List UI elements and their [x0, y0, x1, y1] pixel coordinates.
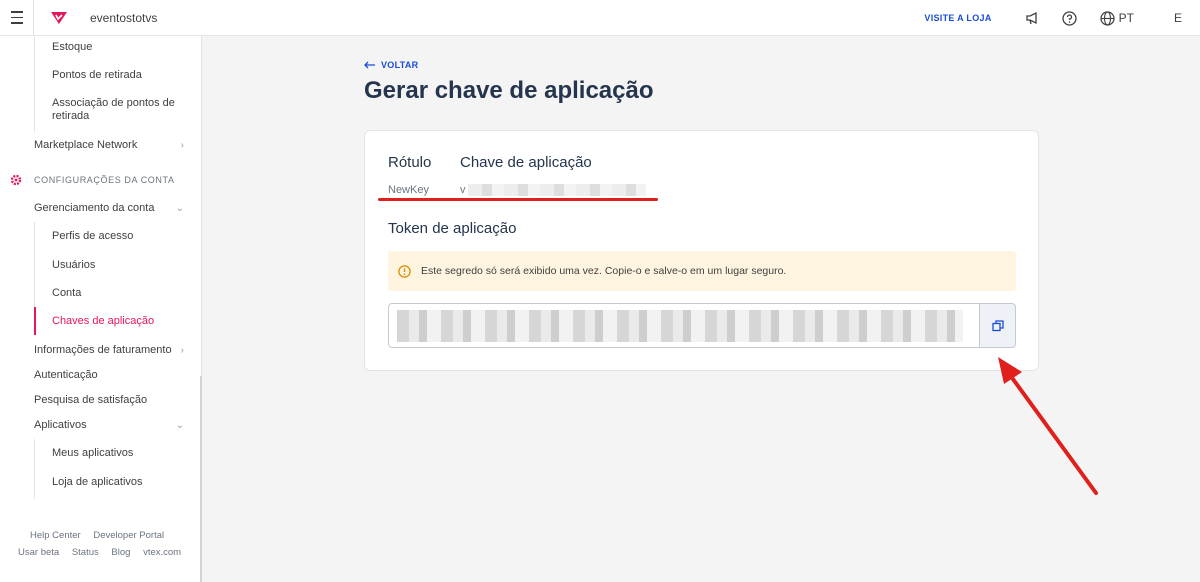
- page-title: Gerar chave de aplicação: [364, 77, 654, 104]
- help-center-link[interactable]: Help Center: [30, 530, 81, 541]
- sidebar-item-marketplace-network[interactable]: Marketplace Network ›: [34, 139, 194, 152]
- visit-store-link[interactable]: VISITE A LOJA: [924, 13, 991, 23]
- help-icon[interactable]: [1062, 10, 1078, 26]
- status-link[interactable]: Status: [72, 547, 99, 558]
- annotation-underline: [378, 198, 658, 201]
- sidebar-item-label: Gerenciamento da conta: [34, 202, 155, 214]
- section-account-settings: CONFIGURAÇÕES DA CONTA: [10, 174, 175, 186]
- sidebar: Estoque Pontos de retirada Associação de…: [0, 36, 202, 582]
- hamburger-icon: [10, 9, 23, 26]
- app-key-card: Rótulo Chave de aplicação NewKey v Token…: [364, 130, 1039, 371]
- sidebar-item-aplicativos[interactable]: Aplicativos ⌄: [34, 419, 194, 432]
- sidebar-item-label: Aplicativos: [34, 419, 87, 431]
- vtex-logo[interactable]: [50, 11, 68, 25]
- sidebar-item-perfis-de-acesso[interactable]: Perfis de acesso: [52, 230, 192, 243]
- megaphone-icon[interactable]: [1024, 10, 1040, 26]
- label-column-header: Rótulo: [388, 154, 432, 171]
- sidebar-footer-row-1: Help Center Developer Portal: [30, 530, 174, 541]
- token-section-title: Token de aplicação: [388, 220, 517, 237]
- warning-text: Este segredo só será exibido uma vez. Co…: [421, 265, 787, 277]
- copy-token-button[interactable]: [979, 303, 1016, 348]
- user-avatar[interactable]: E: [1174, 11, 1182, 25]
- sidebar-scrollbar[interactable]: [200, 376, 202, 582]
- sidebar-item-gerenciamento-conta[interactable]: Gerenciamento da conta ⌄: [34, 202, 194, 215]
- gear-icon: [10, 174, 22, 186]
- hamburger-menu-button[interactable]: [0, 0, 34, 36]
- chevron-down-icon: ⌄: [175, 203, 184, 214]
- label-value: NewKey: [388, 184, 429, 196]
- sidebar-item-pesquisa-satisfacao[interactable]: Pesquisa de satisfação: [34, 394, 194, 407]
- chevron-right-icon: ›: [180, 345, 184, 356]
- sidebar-tree-line: [34, 439, 35, 499]
- use-beta-link[interactable]: Usar beta: [18, 547, 59, 558]
- back-label: VOLTAR: [381, 60, 419, 70]
- vtex-com-link[interactable]: vtex.com: [143, 547, 181, 558]
- warning-banner: Este segredo só será exibido uma vez. Co…: [388, 251, 1016, 291]
- sidebar-item-label: Informações de faturamento: [34, 344, 172, 356]
- developer-portal-link[interactable]: Developer Portal: [93, 530, 164, 541]
- app-key-value: v: [460, 184, 466, 196]
- language-selector[interactable]: PT: [1100, 10, 1134, 26]
- top-bar: eventostotvs VISITE A LOJA PT E: [0, 0, 1200, 36]
- sidebar-item-estoque[interactable]: Estoque: [52, 41, 192, 54]
- sidebar-item-label: Marketplace Network: [34, 139, 138, 151]
- sidebar-item-conta[interactable]: Conta: [52, 287, 192, 300]
- sidebar-footer-row-2: Usar beta Status Blog vtex.com: [18, 547, 191, 558]
- sidebar-item-chaves-de-aplicacao[interactable]: Chaves de aplicação: [52, 315, 192, 328]
- section-label: CONFIGURAÇÕES DA CONTA: [34, 175, 175, 185]
- sidebar-item-informacoes-faturamento[interactable]: Informações de faturamento ›: [34, 344, 194, 357]
- copy-icon: [991, 319, 1004, 331]
- sidebar-item-usuarios[interactable]: Usuários: [52, 259, 192, 272]
- app-key-prefix: v: [460, 184, 466, 196]
- active-indicator: [34, 307, 36, 335]
- app-token-field[interactable]: [388, 303, 980, 348]
- sidebar-item-meus-aplicativos[interactable]: Meus aplicativos: [52, 447, 192, 460]
- key-column-header: Chave de aplicação: [460, 154, 592, 171]
- globe-icon: [1100, 10, 1115, 26]
- sidebar-item-autenticacao[interactable]: Autenticação: [34, 369, 194, 382]
- sidebar-item-pontos-de-retirada[interactable]: Pontos de retirada: [52, 69, 192, 82]
- sidebar-tree-line: [34, 36, 35, 132]
- back-button[interactable]: VOLTAR: [364, 60, 418, 70]
- app-key-redacted: [468, 184, 646, 196]
- chevron-down-icon: ⌄: [175, 420, 184, 431]
- app-token-redacted: [397, 310, 963, 342]
- arrow-left-icon: [364, 61, 375, 69]
- account-name: eventostotvs: [90, 10, 158, 25]
- warning-icon: [398, 264, 411, 278]
- language-code: PT: [1118, 11, 1134, 25]
- sidebar-item-associacao-pontos[interactable]: Associação de pontos de retirada: [52, 97, 192, 123]
- sidebar-item-loja-aplicativos[interactable]: Loja de aplicativos: [52, 476, 192, 489]
- blog-link[interactable]: Blog: [111, 547, 130, 558]
- chevron-right-icon: ›: [180, 140, 184, 151]
